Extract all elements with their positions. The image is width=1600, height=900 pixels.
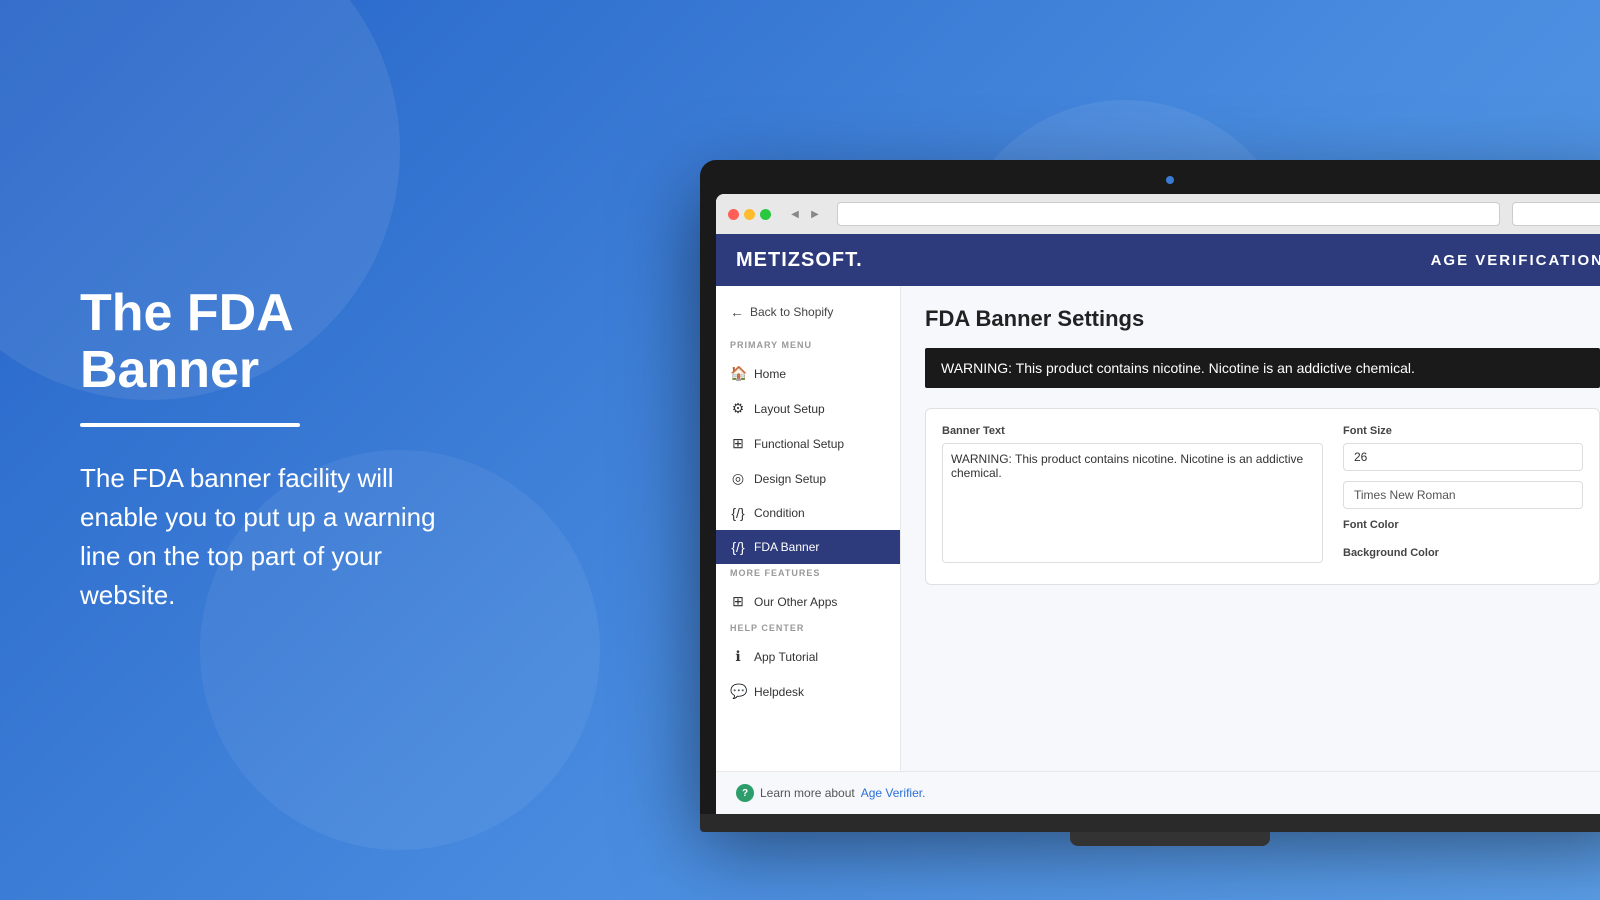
sidebar-item-functional-setup[interactable]: ⊞ Functional Setup bbox=[716, 426, 900, 461]
font-size-input[interactable] bbox=[1343, 443, 1583, 471]
sidebar-home-label: Home bbox=[754, 367, 786, 381]
condition-icon: {/} bbox=[730, 505, 746, 521]
sidebar-item-other-apps[interactable]: ⊞ Our Other Apps bbox=[716, 584, 900, 619]
laptop-bottom-bar bbox=[700, 814, 1600, 832]
nav-back-arrow[interactable]: ◀ bbox=[787, 206, 803, 222]
form-left: Banner Text WARNING: This product contai… bbox=[942, 425, 1323, 568]
browser-chrome: ◀ ▶ METIZSOFT. AGE VERIFICATION bbox=[716, 194, 1600, 814]
traffic-light-red[interactable] bbox=[728, 209, 739, 220]
sidebar-item-app-tutorial[interactable]: ℹ App Tutorial bbox=[716, 639, 900, 674]
address-bar[interactable] bbox=[837, 202, 1500, 226]
hero-divider bbox=[80, 423, 300, 427]
helpdesk-icon: 💬 bbox=[730, 683, 746, 700]
font-family-input[interactable] bbox=[1343, 481, 1583, 509]
sidebar-item-layout-setup[interactable]: ⚙ Layout Setup bbox=[716, 391, 900, 426]
hero-description: The FDA banner facility will enable you … bbox=[80, 459, 460, 615]
sidebar-other-apps-label: Our Other Apps bbox=[754, 595, 837, 609]
font-color-label: Font Color bbox=[1343, 519, 1583, 531]
banner-text-input[interactable]: WARNING: This product contains nicotine.… bbox=[942, 443, 1323, 563]
sidebar-item-helpdesk[interactable]: 💬 Helpdesk bbox=[716, 674, 900, 709]
warning-banner: WARNING: This product contains nicotine.… bbox=[925, 348, 1600, 388]
sidebar-item-fda-banner[interactable]: {/} FDA Banner bbox=[716, 530, 900, 564]
camera-dot bbox=[1166, 176, 1174, 184]
banner-text-label: Banner Text bbox=[942, 425, 1323, 437]
fda-banner-icon: {/} bbox=[730, 539, 746, 555]
sidebar-item-design-setup[interactable]: ◎ Design Setup bbox=[716, 461, 900, 496]
nav-forward-arrow[interactable]: ▶ bbox=[807, 206, 823, 222]
settings-form: Banner Text WARNING: This product contai… bbox=[925, 408, 1600, 585]
traffic-light-green[interactable] bbox=[760, 209, 771, 220]
functional-setup-icon: ⊞ bbox=[730, 435, 746, 452]
warning-banner-text: WARNING: This product contains nicotine.… bbox=[941, 360, 1415, 376]
learn-more-bar: ? Learn more about Age Verifier. bbox=[716, 771, 1600, 814]
age-verifier-link[interactable]: Age Verifier. bbox=[861, 786, 926, 800]
browser-titlebar: ◀ ▶ bbox=[716, 194, 1600, 234]
hero-title: The FDA Banner bbox=[80, 285, 460, 399]
help-center-label: HELP CENTER bbox=[716, 619, 900, 639]
traffic-lights bbox=[728, 209, 771, 220]
app-logo: METIZSOFT. bbox=[736, 249, 863, 272]
primary-menu-label: PRIMARY MENU bbox=[716, 336, 900, 356]
sidebar-helpdesk-label: Helpdesk bbox=[754, 685, 804, 699]
sidebar-item-home[interactable]: 🏠 Home bbox=[716, 356, 900, 391]
sidebar-condition-label: Condition bbox=[754, 506, 805, 520]
app-body: ← Back to Shopify PRIMARY MENU 🏠 Home ⚙ … bbox=[716, 286, 1600, 771]
left-panel: The FDA Banner The FDA banner facility w… bbox=[40, 0, 500, 900]
back-arrow-icon: ← bbox=[730, 304, 744, 320]
learn-more-text: Learn more about bbox=[760, 786, 855, 800]
home-icon: 🏠 bbox=[730, 365, 746, 382]
help-circle-icon: ? bbox=[736, 784, 754, 802]
main-content: FDA Banner Settings WARNING: This produc… bbox=[901, 286, 1600, 771]
sidebar-design-label: Design Setup bbox=[754, 472, 826, 486]
back-link-label: Back to Shopify bbox=[750, 305, 833, 319]
laptop-mockup: ◀ ▶ METIZSOFT. AGE VERIFICATION bbox=[700, 160, 1600, 846]
app-header-title: AGE VERIFICATION bbox=[1431, 252, 1600, 269]
form-right: Font Size Font Color Background Color bbox=[1343, 425, 1583, 568]
app-topnav: METIZSOFT. AGE VERIFICATION bbox=[716, 234, 1600, 286]
font-size-label: Font Size bbox=[1343, 425, 1583, 437]
background-color-label: Background Color bbox=[1343, 547, 1583, 559]
search-bar[interactable] bbox=[1512, 202, 1600, 226]
back-to-shopify-link[interactable]: ← Back to Shopify bbox=[716, 294, 900, 330]
other-apps-icon: ⊞ bbox=[730, 593, 746, 610]
app-tutorial-icon: ℹ bbox=[730, 648, 746, 665]
app-wrapper: METIZSOFT. AGE VERIFICATION ← Back to Sh… bbox=[716, 234, 1600, 814]
layout-setup-icon: ⚙ bbox=[730, 400, 746, 417]
sidebar-item-condition[interactable]: {/} Condition bbox=[716, 496, 900, 530]
sidebar-fda-label: FDA Banner bbox=[754, 540, 819, 554]
sidebar: ← Back to Shopify PRIMARY MENU 🏠 Home ⚙ … bbox=[716, 286, 901, 771]
laptop-stand bbox=[1070, 832, 1270, 846]
more-features-label: MORE FEATURES bbox=[716, 564, 900, 584]
design-setup-icon: ◎ bbox=[730, 470, 746, 487]
sidebar-layout-label: Layout Setup bbox=[754, 402, 825, 416]
traffic-light-yellow[interactable] bbox=[744, 209, 755, 220]
browser-nav: ◀ ▶ bbox=[787, 206, 823, 222]
laptop-shell: ◀ ▶ METIZSOFT. AGE VERIFICATION bbox=[700, 160, 1600, 814]
sidebar-tutorial-label: App Tutorial bbox=[754, 650, 818, 664]
sidebar-functional-label: Functional Setup bbox=[754, 437, 844, 451]
page-title: FDA Banner Settings bbox=[925, 306, 1600, 332]
